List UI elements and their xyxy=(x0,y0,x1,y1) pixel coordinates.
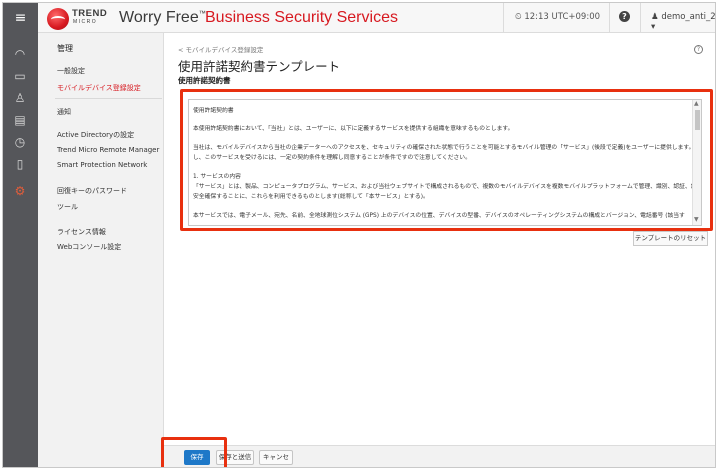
user-menu[interactable]: ♟ demo_anti_2 ▾ xyxy=(651,12,715,32)
main-content: < モバイルデバイス登録設定 使用許諾契約書テンプレート ? 使用許諾契約書 使… xyxy=(164,33,715,467)
users-icon[interactable]: ♙ xyxy=(12,90,28,106)
agreement-line: 1. サービスの内容 xyxy=(193,174,241,180)
settings-icon[interactable]: ⚙ xyxy=(12,183,28,199)
brand-name: Worry Free™ xyxy=(119,9,206,26)
help-icon[interactable]: ? xyxy=(619,11,630,22)
scroll-up-icon[interactable]: ▲ xyxy=(694,100,699,107)
nav-item-active-directory[interactable]: Active Directoryの設定 xyxy=(57,130,134,140)
trend-micro-logo-icon xyxy=(47,8,69,30)
nav-item-recovery-key[interactable]: 回復キーのパスワード xyxy=(57,186,127,196)
settings-nav: 管理 一般設定 モバイルデバイス登録設定 通知 Active Directory… xyxy=(38,33,164,467)
agreement-line: 安全確保することに、これらを利用できるものとします(総称して「本サービス」とする… xyxy=(193,194,429,200)
divider xyxy=(609,3,610,33)
agreement-line: し、このサービスを受けるには、一定の契約条件を理解し同意することが条件ですので注… xyxy=(193,155,471,161)
reset-template-button[interactable]: テンプレートのリセット xyxy=(633,231,708,246)
scrollbar[interactable]: ▲ ▼ xyxy=(692,100,701,225)
footer-bar: 保存 保存と送信 キャンセル xyxy=(164,445,715,467)
icon-rail: ◠ ▭ ♙ ▤ ◷ ▯ ⚙ xyxy=(3,33,38,467)
dashboard-icon[interactable]: ◠ xyxy=(12,46,28,62)
section-heading: 使用許諾契約書 xyxy=(178,76,231,85)
document-icon[interactable]: ▯ xyxy=(12,156,28,172)
nav-item-license[interactable]: ライセンス情報 xyxy=(57,227,106,237)
save-button[interactable]: 保存 xyxy=(184,450,210,465)
top-bar: ≡ TREND MICRO Worry Free™ Business Secur… xyxy=(3,3,715,33)
scroll-down-icon[interactable]: ▼ xyxy=(694,216,699,223)
devices-icon[interactable]: ▭ xyxy=(12,68,28,84)
cancel-button[interactable]: キャンセル xyxy=(259,450,293,467)
reports-icon[interactable]: ▤ xyxy=(12,112,28,128)
clock-icon: ⏲ xyxy=(515,12,522,22)
logo-trend-text: TREND xyxy=(72,8,108,19)
agreement-line: 本使用許諾契約書において、「当社」とは、ユーザーに、以下に定義するサービスを提供… xyxy=(193,126,514,132)
agreement-line: 当社は、モバイルデバイスから当社の企業データーへのアクセスを、セキュリティの確保… xyxy=(193,145,702,151)
agreement-line: 本サービスでは、電子メール、宛先、名前、全地球測位システム (GPS) 上のデバ… xyxy=(193,213,685,219)
help-icon[interactable]: ? xyxy=(694,45,703,54)
divider xyxy=(503,3,504,33)
brand-suffix: Business Security Services xyxy=(205,9,398,26)
page-title: 使用許諾契約書テンプレート xyxy=(178,59,341,74)
app-window: ≡ TREND MICRO Worry Free™ Business Secur… xyxy=(2,2,716,468)
save-and-send-button[interactable]: 保存と送信 xyxy=(216,450,254,465)
nav-item-web-console[interactable]: Webコンソール設定 xyxy=(57,242,121,252)
menu-icon[interactable]: ≡ xyxy=(3,3,38,33)
nav-item-notifications[interactable]: 通知 xyxy=(57,107,71,117)
agreement-line: 使用許諾契約書 xyxy=(193,108,234,114)
agreement-line: 「サービス」とは、製品、コンピュータプログラム、サービス、および当社ウェブサイト… xyxy=(193,184,702,190)
agreement-textarea[interactable]: 使用許諾契約書 本使用許諾契約書において、「当社」とは、ユーザーに、以下に定義す… xyxy=(188,99,702,226)
chevron-down-icon: ▾ xyxy=(651,22,656,32)
logo-micro-text: MICRO xyxy=(73,19,98,25)
nav-item-smart-protection[interactable]: Smart Protection Network xyxy=(57,161,147,169)
user-icon: ♟ xyxy=(651,12,659,22)
nav-item-remote-manager[interactable]: Trend Micro Remote Manager xyxy=(57,146,159,154)
nav-item-tools[interactable]: ツール xyxy=(57,202,78,212)
nav-item-mobile-enrollment[interactable]: モバイルデバイス登録設定 xyxy=(57,83,141,93)
nav-item-general[interactable]: 一般設定 xyxy=(57,66,85,76)
scroll-thumb[interactable] xyxy=(695,110,700,130)
divider xyxy=(640,3,641,33)
nav-divider xyxy=(55,98,162,99)
nav-heading: 管理 xyxy=(57,44,73,53)
clock-icon[interactable]: ◷ xyxy=(12,134,28,150)
breadcrumb[interactable]: < モバイルデバイス登録設定 xyxy=(178,44,263,54)
clock: ⏲ 12:13 UTC+09:00 xyxy=(515,12,601,22)
